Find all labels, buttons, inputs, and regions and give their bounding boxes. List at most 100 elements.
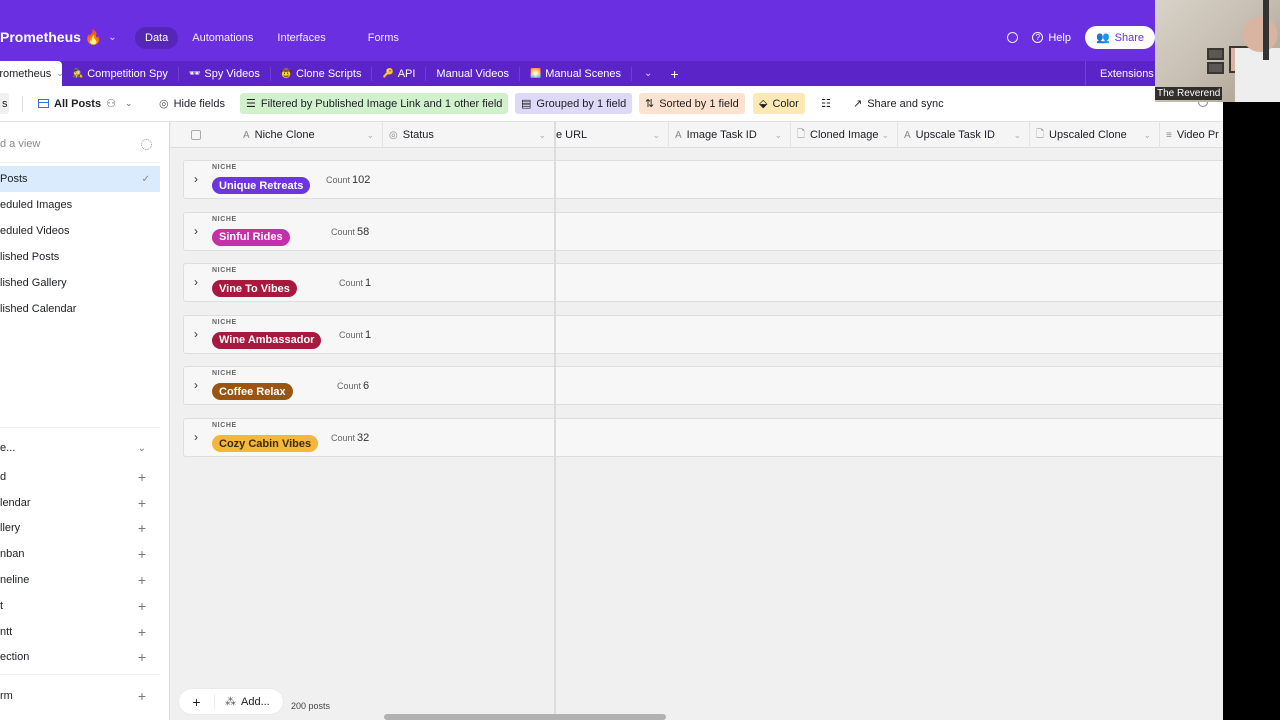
divider bbox=[0, 162, 160, 163]
create-kanban[interactable]: nban + bbox=[0, 541, 160, 567]
view-label: lished Calendar bbox=[0, 303, 77, 315]
grid-view-icon bbox=[38, 99, 49, 108]
sort-button[interactable]: ⇅ Sorted by 1 field bbox=[639, 93, 745, 114]
top-bar: Prometheus 🔥 ⌄ Data Automations Interfac… bbox=[0, 0, 1280, 61]
help-button[interactable]: ? Help bbox=[1032, 32, 1071, 44]
group-header-row[interactable]: › NICHE Unique Retreats Count 102 bbox=[183, 160, 1223, 199]
frozen-column-divider[interactable] bbox=[554, 122, 556, 720]
tab-competition-spy[interactable]: 🕵 Competition Spy bbox=[62, 66, 179, 81]
wall-picture bbox=[1207, 48, 1224, 60]
people-icon: 👥 bbox=[1095, 32, 1110, 44]
chevron-down-icon: ⌄ bbox=[881, 129, 889, 140]
create-section[interactable]: ection + bbox=[0, 645, 160, 671]
create-view-section: e... ⌄ d + lendar + llery + nban + neline + t +… bbox=[0, 427, 160, 709]
nav-forms[interactable]: Forms bbox=[358, 27, 409, 49]
tab-label: Competition Spy bbox=[87, 67, 168, 80]
column-label: Upscale Task ID bbox=[915, 129, 995, 141]
tab-api[interactable]: 🔑 API bbox=[372, 66, 427, 81]
column-header-cloned-image[interactable]: 🗋 Cloned Image ⌄ bbox=[791, 122, 898, 148]
count-value: 1 bbox=[365, 277, 372, 290]
gear-icon[interactable] bbox=[141, 138, 152, 150]
add-record-plus-icon[interactable]: + bbox=[179, 693, 215, 710]
column-header-upscaled-clone[interactable]: 🗋 Upscaled Clone ⌄ bbox=[1030, 122, 1160, 148]
tab-prometheus[interactable]: Prometheus ⌄ bbox=[0, 61, 64, 86]
view-item-scheduled-images[interactable]: eduled Images bbox=[0, 192, 160, 218]
hide-fields-button[interactable]: ◎ Hide fields bbox=[153, 93, 231, 114]
chevron-right-icon[interactable]: › bbox=[194, 275, 198, 289]
view-item-published-posts[interactable]: lished Posts bbox=[0, 244, 160, 270]
create-gantt[interactable]: ntt + bbox=[0, 619, 160, 645]
column-header-row: A Niche Clone ⌄ ◎ Status ⌄ e URL ⌄ A Ima… bbox=[171, 122, 1223, 148]
views-sidebar: d a view Posts ✓ eduled Images eduled Vid… bbox=[0, 122, 170, 720]
column-header-video-prompt[interactable]: ≡ Video Pr bbox=[1160, 122, 1223, 148]
chevron-right-icon[interactable]: › bbox=[194, 172, 198, 186]
create-timeline[interactable]: neline + bbox=[0, 567, 160, 593]
color-button[interactable]: ⬙ Color bbox=[753, 93, 805, 114]
find-view-input[interactable]: d a view bbox=[0, 135, 160, 153]
create-grid[interactable]: d + bbox=[0, 464, 160, 490]
chevron-right-icon[interactable]: › bbox=[194, 378, 198, 392]
column-header-niche-clone[interactable]: A Niche Clone ⌄ bbox=[233, 122, 383, 148]
create-list[interactable]: t + bbox=[0, 593, 160, 619]
add-table-plus-icon[interactable]: + bbox=[664, 66, 684, 82]
column-header-url[interactable]: e URL ⌄ bbox=[556, 122, 669, 148]
group-header-row[interactable]: › NICHE Cozy Cabin Vibes Count 32 bbox=[183, 418, 1223, 457]
view-item-published-calendar[interactable]: lished Calendar bbox=[0, 296, 160, 322]
extensions-button[interactable]: Extensions bbox=[1085, 61, 1154, 86]
nav-automations[interactable]: Automations bbox=[182, 27, 263, 49]
text-field-icon: A bbox=[675, 129, 682, 141]
chevron-right-icon[interactable]: › bbox=[194, 327, 198, 341]
create-section-header[interactable]: e... ⌄ bbox=[0, 432, 160, 464]
presenter-video bbox=[1235, 12, 1280, 102]
grid-view: A Niche Clone ⌄ ◎ Status ⌄ e URL ⌄ A Ima… bbox=[171, 122, 1223, 720]
column-header-status[interactable]: ◎ Status ⌄ bbox=[383, 122, 555, 148]
find-view-placeholder: d a view bbox=[0, 138, 41, 150]
count-label: Count bbox=[331, 433, 356, 443]
horizontal-scrollbar[interactable] bbox=[384, 714, 666, 720]
create-calendar[interactable]: lendar + bbox=[0, 490, 160, 516]
column-header-upscale-task-id[interactable]: A Upscale Task ID ⌄ bbox=[898, 122, 1030, 148]
view-item-published-gallery[interactable]: lished Gallery bbox=[0, 270, 160, 296]
more-tables-chevron-icon[interactable]: ⌄ bbox=[632, 68, 664, 79]
tab-spy-videos[interactable]: 🕶 Spy Videos bbox=[179, 66, 271, 81]
plus-icon: + bbox=[137, 649, 146, 666]
group-field-label: NICHE bbox=[212, 164, 237, 171]
tab-manual-videos[interactable]: Manual Videos bbox=[426, 66, 520, 81]
tab-manual-scenes[interactable]: 🌅 Manual Scenes bbox=[520, 66, 633, 81]
plus-icon: + bbox=[137, 468, 146, 485]
group-header-row[interactable]: › NICHE Sinful Rides Count 58 bbox=[183, 211, 1223, 251]
tab-label: Spy Videos bbox=[204, 67, 260, 80]
create-form[interactable]: rm + bbox=[0, 683, 160, 709]
chevron-right-icon[interactable]: › bbox=[194, 224, 198, 238]
share-sync-button[interactable]: ↗ Share and sync bbox=[847, 93, 950, 114]
chevron-right-icon[interactable]: › bbox=[194, 430, 198, 444]
view-item-posts[interactable]: Posts ✓ bbox=[0, 166, 160, 192]
group-header-row[interactable]: › NICHE Coffee Relax Count 6 bbox=[183, 366, 1223, 406]
chevron-down-icon: ⌄ bbox=[1143, 129, 1151, 140]
views-toggle-button[interactable]: s bbox=[0, 93, 9, 114]
add-options-button[interactable]: ⁂ Add... bbox=[215, 695, 270, 709]
view-item-scheduled-videos[interactable]: eduled Videos bbox=[0, 218, 160, 244]
group-field-label: NICHE bbox=[212, 318, 237, 326]
count-label: Count bbox=[326, 175, 351, 185]
paint-bucket-icon: ⬙ bbox=[759, 98, 768, 110]
filter-icon: ☰ bbox=[246, 98, 256, 110]
base-name-menu[interactable]: Prometheus 🔥 ⌄ bbox=[0, 29, 117, 46]
view-switcher[interactable]: All Posts ⚇ ⌄ bbox=[32, 93, 139, 114]
filter-button[interactable]: ☰ Filtered by Published Image Link and 1… bbox=[240, 93, 509, 114]
add-label: Add... bbox=[241, 695, 270, 708]
nav-interfaces[interactable]: Interfaces bbox=[267, 27, 335, 49]
group-header-row[interactable]: › NICHE Wine Ambassador Count 1 bbox=[183, 314, 1223, 354]
history-icon[interactable] bbox=[1007, 32, 1019, 43]
group-button[interactable]: ▤ Grouped by 1 field bbox=[515, 93, 633, 114]
tab-clone-scripts[interactable]: 🤠 Clone Scripts bbox=[271, 66, 373, 81]
select-all-checkbox[interactable] bbox=[191, 130, 201, 140]
column-header-image-task-id[interactable]: A Image Task ID ⌄ bbox=[669, 122, 791, 148]
create-gallery[interactable]: llery + bbox=[0, 516, 160, 542]
group-header-row[interactable]: › NICHE Vine To Vibes Count 1 bbox=[183, 263, 1223, 303]
share-button[interactable]: 👥 Share bbox=[1084, 26, 1155, 49]
nav-data[interactable]: Data bbox=[135, 27, 179, 49]
view-label: lished Posts bbox=[0, 251, 60, 263]
column-label: e URL bbox=[556, 129, 588, 141]
row-height-button[interactable]: ☷ bbox=[815, 93, 837, 114]
